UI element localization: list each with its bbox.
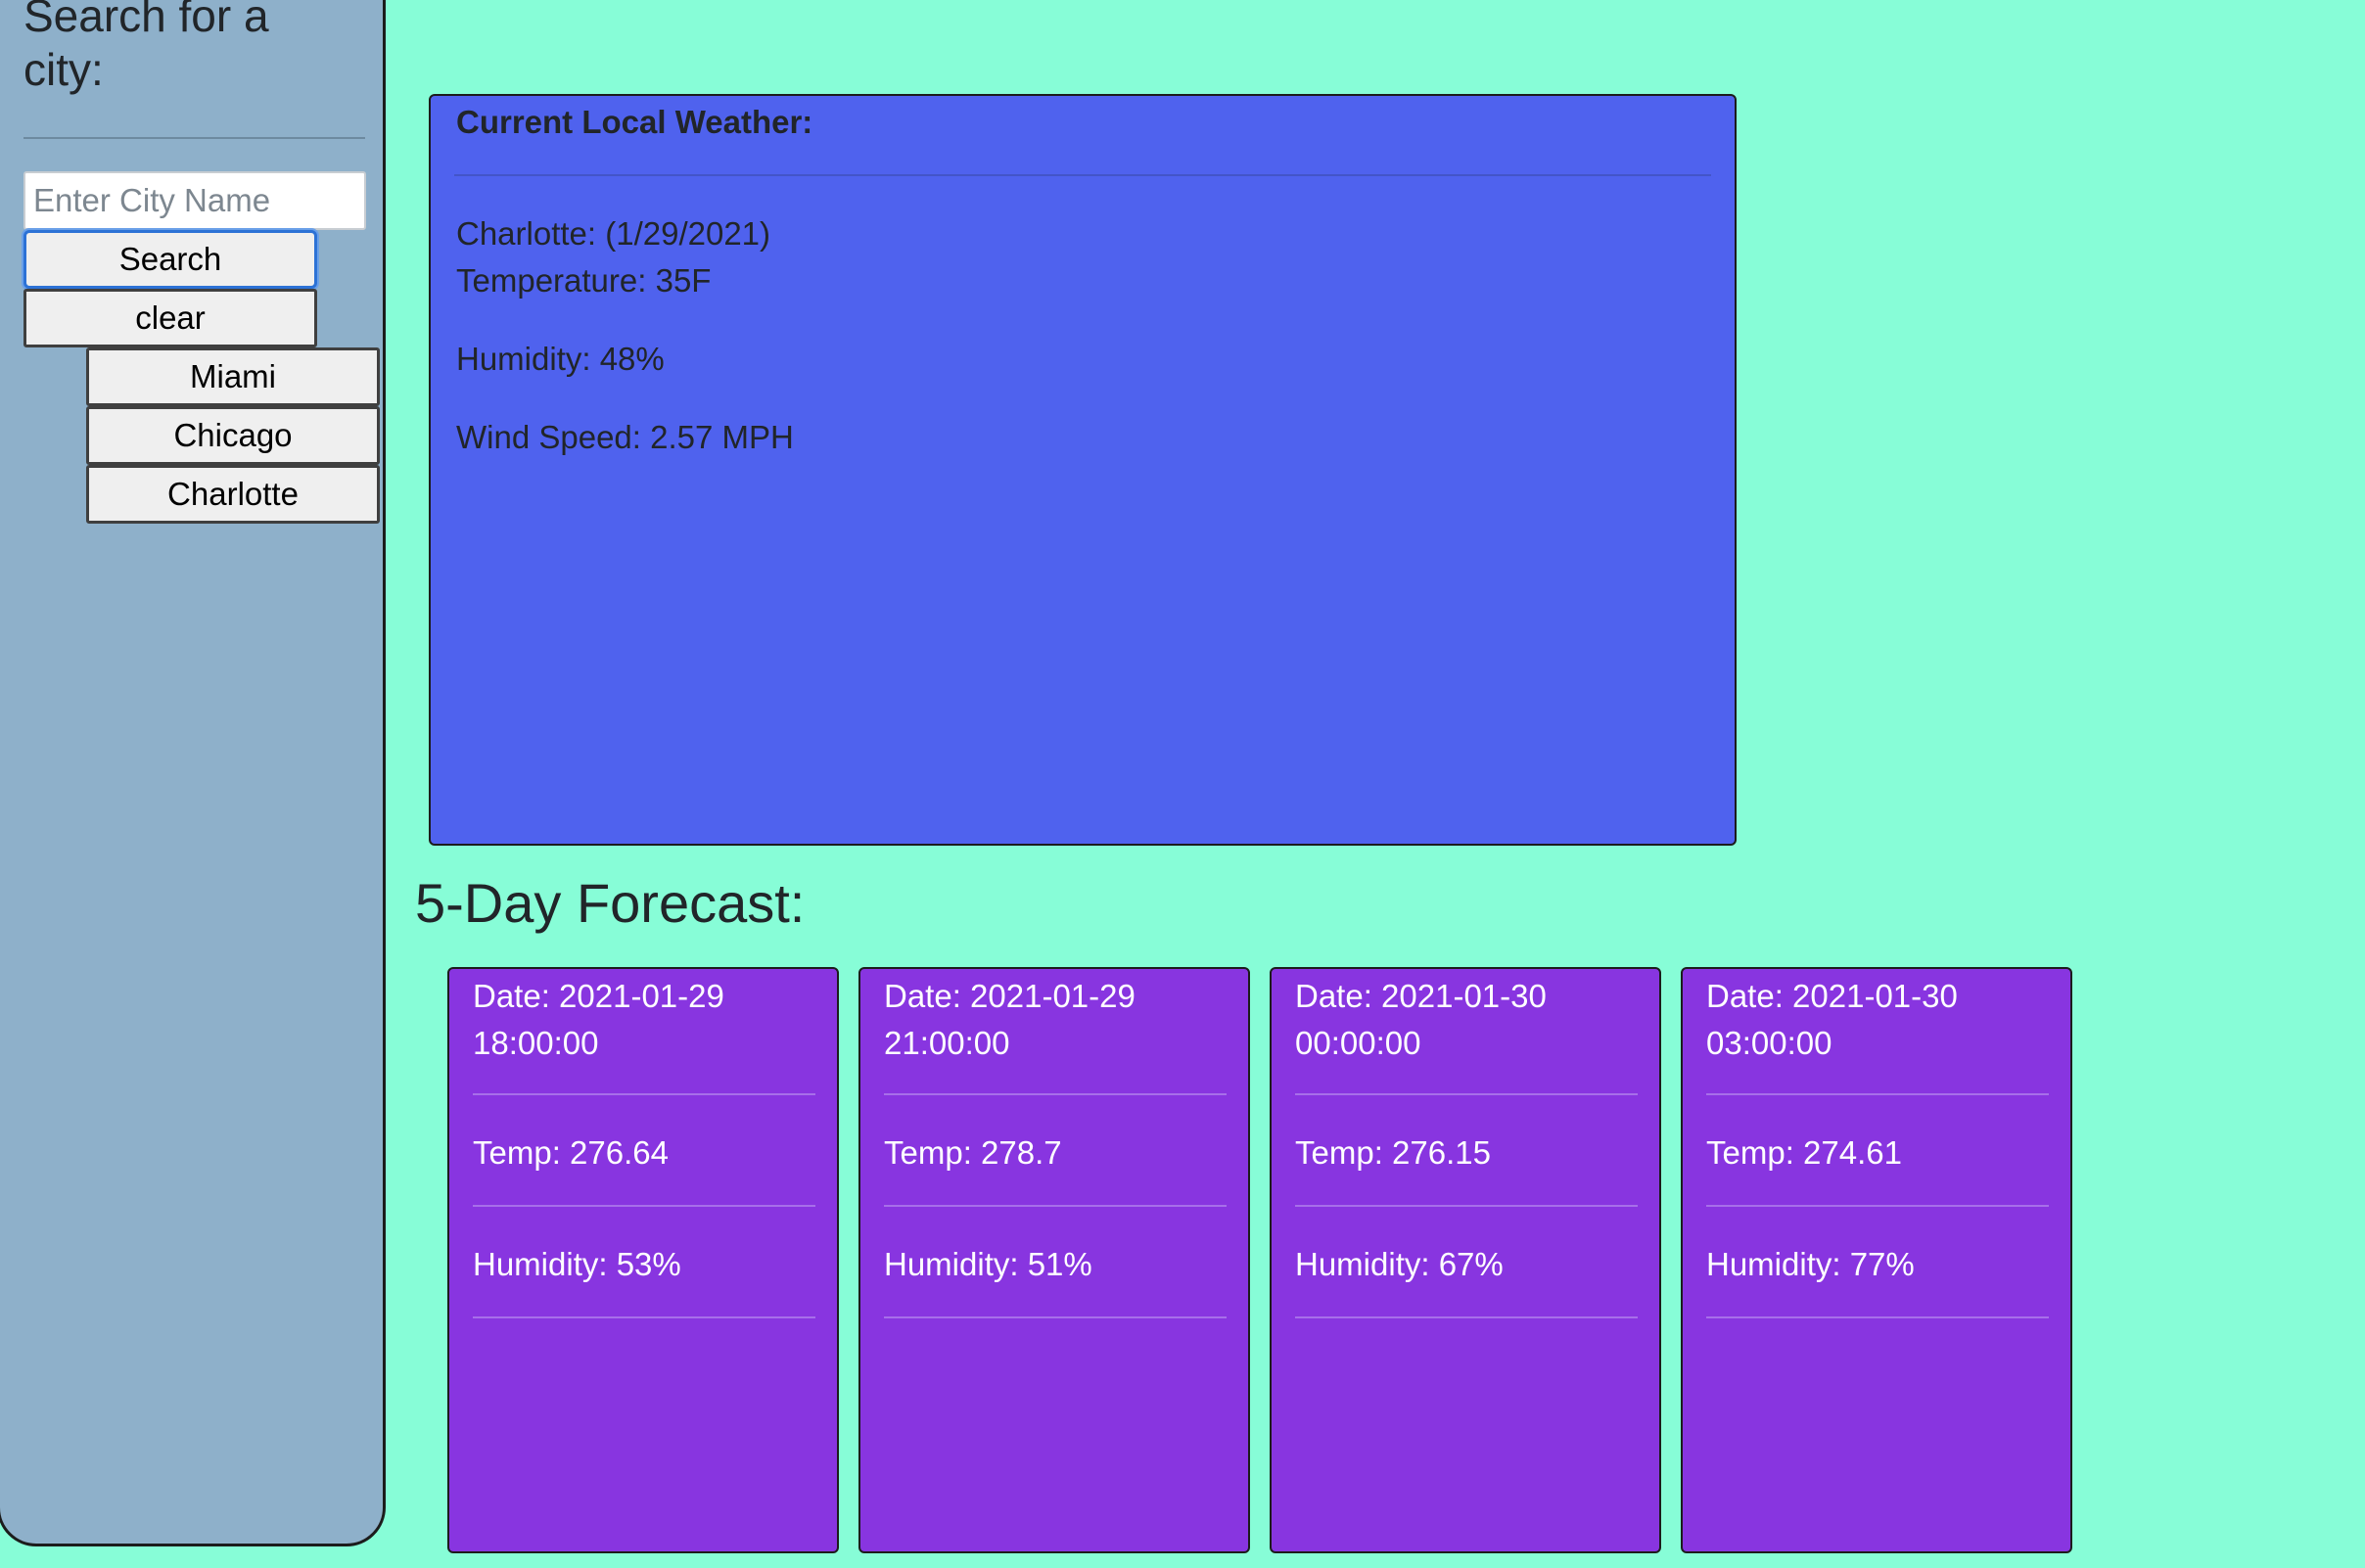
forecast-humidity: Humidity: 53% (473, 1246, 681, 1282)
forecast-divider (1295, 1093, 1638, 1095)
forecast-date: Date: 2021-01-30 03:00:00 (1706, 978, 1958, 1061)
current-weather-card: Current Local Weather: Charlotte: (1/29/… (429, 94, 1737, 846)
current-humidity: Humidity: 48% (456, 341, 665, 377)
forecast-humidity: Humidity: 67% (1295, 1246, 1504, 1282)
forecast-date: Date: 2021-01-29 18:00:00 (473, 978, 724, 1061)
forecast-card: Date: 2021-01-30 03:00:00 Temp: 274.61 H… (1681, 967, 2072, 1553)
forecast-divider (884, 1316, 1227, 1318)
current-wind-speed: Wind Speed: 2.57 MPH (456, 419, 794, 455)
history-city-button[interactable]: Charlotte (86, 465, 380, 524)
forecast-card: Date: 2021-01-29 18:00:00 Temp: 276.64 H… (447, 967, 839, 1553)
forecast-date: Date: 2021-01-29 21:00:00 (884, 978, 1136, 1061)
city-search-input[interactable] (23, 171, 366, 230)
forecast-divider (1706, 1316, 2049, 1318)
forecast-date: Date: 2021-01-30 00:00:00 (1295, 978, 1547, 1061)
forecast-divider (1706, 1093, 2049, 1095)
forecast-temp: Temp: 276.15 (1295, 1134, 1491, 1171)
forecast-divider (473, 1316, 815, 1318)
forecast-divider (1295, 1316, 1638, 1318)
history-city-button[interactable]: Chicago (86, 406, 380, 465)
forecast-temp: Temp: 274.61 (1706, 1134, 1902, 1171)
forecast-card: Date: 2021-01-30 00:00:00 Temp: 276.15 H… (1270, 967, 1661, 1553)
forecast-divider (1295, 1205, 1638, 1207)
sidebar-title: Search for a city: (23, 0, 269, 95)
current-weather-divider (454, 174, 1711, 176)
history-city-button[interactable]: Miami (86, 347, 380, 406)
forecast-divider (473, 1093, 815, 1095)
forecast-divider (1706, 1205, 2049, 1207)
forecast-heading: 5-Day Forecast: (415, 872, 806, 934)
clear-button[interactable]: clear (23, 289, 317, 347)
search-button[interactable]: Search (23, 230, 317, 289)
current-temperature: Temperature: 35F (456, 262, 712, 299)
forecast-divider (473, 1205, 815, 1207)
forecast-temp: Temp: 278.7 (884, 1134, 1062, 1171)
search-sidebar: Search for a city: Search clear Miami Ch… (0, 0, 386, 1546)
sidebar-divider (23, 137, 365, 139)
forecast-humidity: Humidity: 77% (1706, 1246, 1915, 1282)
forecast-divider (884, 1205, 1227, 1207)
forecast-card: Date: 2021-01-29 21:00:00 Temp: 278.7 Hu… (858, 967, 1250, 1553)
forecast-divider (884, 1093, 1227, 1095)
forecast-temp: Temp: 276.64 (473, 1134, 669, 1171)
current-city-date: Charlotte: (1/29/2021) (456, 215, 771, 252)
forecast-humidity: Humidity: 51% (884, 1246, 1092, 1282)
current-weather-title: Current Local Weather: (456, 104, 813, 140)
